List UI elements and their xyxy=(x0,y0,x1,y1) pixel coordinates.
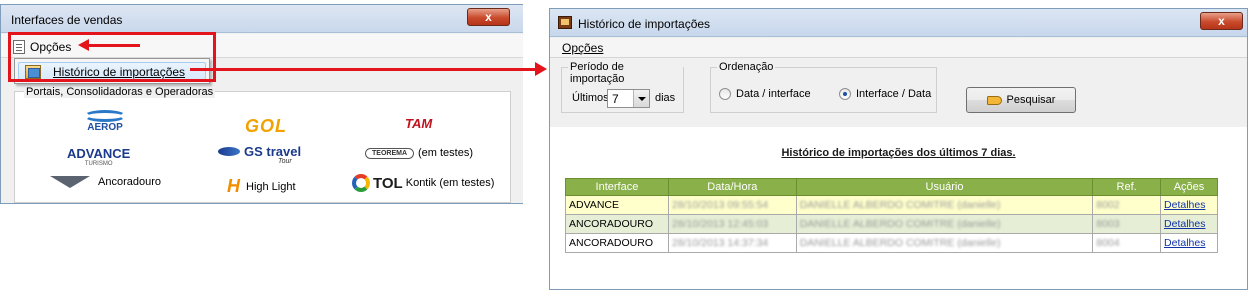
table-row[interactable]: ANCORADOURO 28/10/2013 12:45:03 DANIELLE… xyxy=(565,214,1218,234)
teorema-pill: TEOREMA xyxy=(365,147,414,159)
tol-ring-icon xyxy=(352,174,370,192)
gs-travel-logo[interactable]: GS travel Tour xyxy=(218,144,302,165)
teorema-note: (em testes) xyxy=(418,147,474,159)
column-header[interactable]: Ref. xyxy=(1092,178,1162,196)
column-header[interactable]: Data/Hora xyxy=(667,178,797,196)
arrow-connector-head xyxy=(535,62,547,76)
column-header[interactable]: Usuário xyxy=(795,178,1094,196)
gol-logo[interactable]: GOL xyxy=(245,116,287,137)
report-title: Histórico de importações dos últimos 7 d… xyxy=(781,147,1016,159)
aerop-wave-icon xyxy=(84,110,126,122)
close-button[interactable]: x xyxy=(1200,12,1243,30)
advance-logo-sub: TURISMO xyxy=(84,161,113,167)
ancoradouro-icon xyxy=(50,176,90,188)
cell-datahora-text: 28/10/2013 09:55:54 xyxy=(671,199,769,211)
window-title: Interfaces de vendas xyxy=(11,13,123,27)
details-link[interactable]: Detalhes xyxy=(1164,199,1205,211)
title-bar: Interfaces de vendas x xyxy=(1,5,523,33)
highlight-logo[interactable]: H High Light xyxy=(227,176,296,197)
gs-travel-sub: Tour xyxy=(278,158,292,165)
radio-interface-data-dot[interactable] xyxy=(839,88,851,100)
radio-interface-data[interactable]: Interface / Data xyxy=(839,88,931,100)
tam-logo[interactable]: TAM xyxy=(405,116,432,131)
highlight-text: High Light xyxy=(246,180,296,193)
close-button[interactable]: x xyxy=(467,8,510,26)
cell-ref-text: 8004 xyxy=(1096,237,1120,249)
cell-usuario: DANIELLE ALBERDO COMITRE (danielle) xyxy=(795,233,1094,253)
teorema-logo[interactable]: TEOREMA (em testes) xyxy=(365,147,473,159)
table-header-row: Interface Data/Hora Usuário Ref. Ações xyxy=(565,178,1218,196)
tol-text: TOL xyxy=(373,174,403,192)
arrow-connector-line xyxy=(190,68,535,71)
cell-ref-text: 8003 xyxy=(1096,218,1120,230)
cell-acoes: Detalhes xyxy=(1160,195,1218,215)
menu-separator xyxy=(550,57,1247,58)
tol-logo[interactable]: TOL Kontik (em testes) xyxy=(352,174,494,192)
aerop-logo-text: AEROP xyxy=(87,122,123,133)
column-header[interactable]: Ações xyxy=(1160,178,1218,196)
period-suffix: dias xyxy=(655,92,676,104)
cell-datahora: 28/10/2013 09:55:54 xyxy=(667,195,797,215)
cell-ref: 8002 xyxy=(1092,195,1162,215)
cell-ref-text: 8002 xyxy=(1096,199,1120,211)
gs-swoosh-icon xyxy=(218,147,240,156)
cell-datahora-text: 28/10/2013 12:45:03 xyxy=(671,218,769,230)
radio-interface-data-label: Interface / Data xyxy=(856,88,932,100)
highlight-box-menu xyxy=(8,32,216,82)
gs-travel-text: GS travel xyxy=(244,144,302,159)
title-bar: Histórico de importações x xyxy=(550,9,1247,37)
ancoradouro-text: Ancoradouro xyxy=(98,176,161,188)
cell-usuario-text: DANIELLE ALBERDO COMITRE (danielle) xyxy=(799,237,1001,249)
menu-bar: Opções xyxy=(550,38,1247,57)
arrow-opcoes-head xyxy=(78,39,89,51)
column-header[interactable]: Interface xyxy=(565,178,669,196)
chevron-down-icon[interactable] xyxy=(633,90,649,107)
cell-ref: 8003 xyxy=(1092,214,1162,234)
cell-interface: ANCORADOURO xyxy=(565,214,669,234)
details-link[interactable]: Detalhes xyxy=(1164,218,1205,230)
arrow-opcoes-line xyxy=(88,44,140,47)
cell-datahora: 28/10/2013 14:37:34 xyxy=(667,233,797,253)
radio-data-interface[interactable]: Data / interface xyxy=(719,88,811,100)
cell-interface: ADVANCE xyxy=(565,195,669,215)
search-button[interactable]: Pesquisar xyxy=(966,87,1076,113)
cell-acoes: Detalhes xyxy=(1160,214,1218,234)
radio-data-interface-dot[interactable] xyxy=(719,88,731,100)
details-link[interactable]: Detalhes xyxy=(1164,237,1205,249)
aerop-logo[interactable]: AEROP xyxy=(80,110,130,133)
table-row[interactable]: ADVANCE 28/10/2013 09:55:54 DANIELLE ALB… xyxy=(565,195,1218,215)
menu-opcoes[interactable]: Opções xyxy=(562,41,603,55)
table-row[interactable]: ANCORADOURO 28/10/2013 14:37:34 DANIELLE… xyxy=(565,233,1218,253)
cell-ref: 8004 xyxy=(1092,233,1162,253)
period-prefix: Últimos xyxy=(572,92,609,104)
period-select-value: 7 xyxy=(612,92,619,106)
group-legend: Portais, Consolidadoras e Operadoras xyxy=(24,86,216,98)
cell-interface: ANCORADOURO xyxy=(565,233,669,253)
ancoradouro-logo[interactable]: Ancoradouro xyxy=(50,176,161,188)
period-fieldset: Período de importação Últimos 7 dias xyxy=(561,61,684,113)
highlight-h-icon: H xyxy=(227,176,240,196)
advance-logo-text: ADVANCE xyxy=(67,146,131,161)
pointing-hand-icon xyxy=(986,95,1002,105)
search-button-label: Pesquisar xyxy=(1006,94,1056,106)
providers-group: Portais, Consolidadoras e Operadoras AER… xyxy=(14,86,511,203)
advance-logo[interactable]: ADVANCE TURISMO xyxy=(67,146,130,167)
cell-acoes: Detalhes xyxy=(1160,233,1218,253)
import-history-window: Histórico de importações x Opções Períod… xyxy=(549,8,1248,290)
order-legend: Ordenação xyxy=(717,61,776,73)
cell-usuario-text: DANIELLE ALBERDO COMITRE (danielle) xyxy=(799,218,1001,230)
tol-note: Kontik (em testes) xyxy=(405,177,495,189)
period-legend: Período de importação xyxy=(568,61,683,85)
cell-datahora-text: 28/10/2013 14:37:34 xyxy=(671,237,769,249)
app-icon xyxy=(558,16,572,29)
radio-data-interface-label: Data / interface xyxy=(736,88,811,100)
cell-datahora: 28/10/2013 12:45:03 xyxy=(667,214,797,234)
period-select[interactable]: 7 xyxy=(607,89,650,108)
cell-usuario: DANIELLE ALBERDO COMITRE (danielle) xyxy=(795,195,1094,215)
order-fieldset: Ordenação Data / interface Interface / D… xyxy=(710,61,937,113)
cell-usuario-text: DANIELLE ALBERDO COMITRE (danielle) xyxy=(799,199,1001,211)
import-history-table: Interface Data/Hora Usuário Ref. Ações A… xyxy=(565,178,1218,253)
cell-usuario: DANIELLE ALBERDO COMITRE (danielle) xyxy=(795,214,1094,234)
window-title: Histórico de importações xyxy=(578,17,711,31)
